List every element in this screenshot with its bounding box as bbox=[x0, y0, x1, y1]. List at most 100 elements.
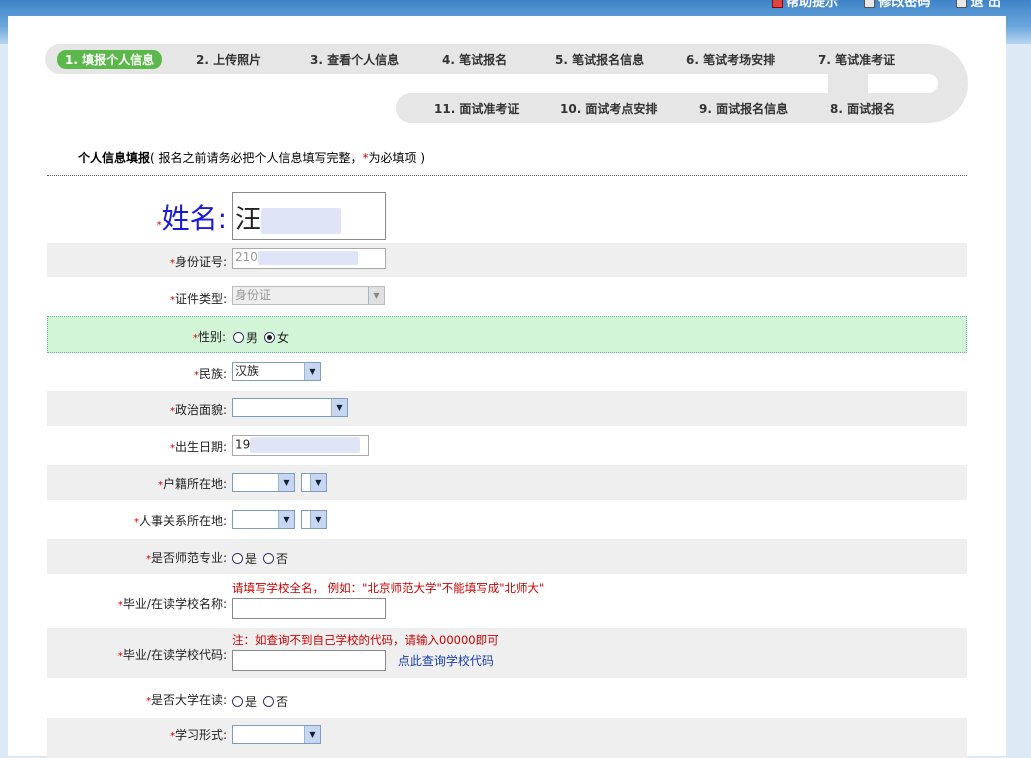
chevron-down-icon: ▼ bbox=[278, 474, 294, 491]
normal-major-yes-radio[interactable] bbox=[232, 553, 243, 564]
school-code-control: 注：如查询不到自己学校的代码，请输入00000即可 点此查询学校代码 bbox=[232, 632, 499, 671]
id-type-label: *证件类型: bbox=[170, 290, 227, 307]
study-form-control: ▼ bbox=[232, 725, 321, 744]
in-university-label: *是否大学在读: bbox=[146, 691, 227, 708]
logout-text[interactable]: 退 出 bbox=[970, 0, 1001, 10]
section-title-main: 个人信息填报 bbox=[78, 151, 151, 165]
political-select[interactable]: ▼ bbox=[232, 398, 348, 417]
row-school-name: *毕业/在读学校名称: 请填写学校全名， 例如："北京师范大学"不能填写成"北师… bbox=[47, 575, 967, 628]
in-university-no-radio[interactable] bbox=[263, 696, 275, 707]
step-9[interactable]: 9. 面试报名信息 bbox=[699, 100, 788, 117]
step-2[interactable]: 2. 上传照片 bbox=[196, 51, 261, 68]
lookup-school-code-link[interactable]: 点此查询学校代码 bbox=[398, 654, 494, 668]
school-name-control: 请填写学校全名， 例如："北京师范大学"不能填写成"北师大" bbox=[232, 580, 544, 619]
gender-label-text: 性别: bbox=[197, 330, 226, 344]
gender-male-label: 男 bbox=[246, 331, 259, 345]
normal-major-no-radio[interactable] bbox=[263, 553, 275, 564]
row-study-form: *学习形式: ▼ bbox=[47, 718, 967, 758]
chevron-down-icon: ▼ bbox=[309, 511, 326, 528]
birth-date-value: 19 bbox=[235, 437, 251, 452]
school-code-hint: 注：如查询不到自己学校的代码，请输入00000即可 bbox=[232, 633, 499, 647]
change-password-link[interactable]: 修改密码 bbox=[864, 0, 930, 10]
school-name-hint: 请填写学校全名， 例如："北京师范大学"不能填写成"北师大" bbox=[232, 581, 545, 595]
political-label-text: 政治面貌: bbox=[174, 403, 227, 417]
row-political: *政治面貌: ▼ bbox=[47, 391, 967, 426]
step-11[interactable]: 11. 面试准考证 bbox=[434, 100, 519, 117]
study-form-label: *学习形式: bbox=[170, 726, 227, 743]
id-number-label-text: 身份证号: bbox=[174, 255, 227, 269]
ethnicity-label: *民族: bbox=[194, 365, 227, 382]
hukou-control: ▼ ▼ bbox=[232, 473, 327, 492]
gender-label: *性别: bbox=[193, 328, 226, 345]
step-7[interactable]: 7. 笔试准考证 bbox=[818, 51, 895, 68]
row-name: *姓名: 汪 bbox=[47, 192, 967, 242]
name-input[interactable]: 汪 bbox=[232, 192, 386, 240]
in-university-yes-radio[interactable] bbox=[232, 696, 243, 707]
school-code-input[interactable] bbox=[232, 650, 386, 671]
logout-link[interactable]: 退 出 bbox=[956, 0, 1001, 10]
id-number-value: 210 bbox=[235, 250, 258, 264]
birth-date-control: 19 bbox=[232, 435, 369, 456]
personnel-city-select[interactable]: ▼ bbox=[300, 510, 327, 529]
help-link[interactable]: 帮助提示 bbox=[772, 0, 838, 10]
chevron-down-icon: ▼ bbox=[309, 474, 326, 491]
section-divider bbox=[47, 175, 967, 176]
name-label-text: 姓名: bbox=[161, 202, 227, 235]
id-number-input[interactable]: 210 bbox=[232, 248, 386, 269]
personnel-province-select[interactable]: ▼ bbox=[232, 510, 295, 529]
name-label: *姓名: bbox=[157, 197, 227, 237]
birth-date-input[interactable]: 19 bbox=[232, 435, 369, 456]
chevron-down-icon: ▼ bbox=[368, 287, 384, 304]
normal-major-control: 是否 bbox=[232, 550, 294, 567]
study-form-label-text: 学习形式: bbox=[174, 728, 227, 742]
chevron-down-icon: ▼ bbox=[304, 726, 320, 743]
in-university-label-text: 是否大学在读: bbox=[150, 693, 227, 707]
school-code-label: *毕业/在读学校代码: bbox=[118, 646, 227, 663]
name-value: 汪 bbox=[235, 205, 262, 235]
id-type-control: 身份证 ▼ bbox=[232, 286, 385, 305]
steps-track-gap bbox=[868, 74, 938, 93]
step-3[interactable]: 3. 查看个人信息 bbox=[310, 51, 399, 68]
political-label: *政治面貌: bbox=[170, 401, 227, 418]
row-in-university: *是否大学在读: 是否 bbox=[47, 679, 967, 717]
school-name-input[interactable] bbox=[232, 598, 386, 619]
chevron-down-icon: ▼ bbox=[278, 511, 294, 528]
row-personnel: *人事关系所在地: ▼ ▼ bbox=[47, 501, 967, 538]
study-form-select[interactable]: ▼ bbox=[232, 725, 321, 744]
section-note-prefix: ( 报名之前请务必把个人信息填写完整， bbox=[150, 151, 363, 165]
step-1[interactable]: 1. 填报个人信息 bbox=[57, 50, 163, 69]
school-code-label-text: 毕业/在读学校代码: bbox=[122, 648, 227, 662]
id-type-label-text: 证件类型: bbox=[174, 292, 227, 306]
normal-major-yes-label: 是 bbox=[245, 552, 258, 566]
hukou-city-select[interactable]: ▼ bbox=[300, 473, 327, 492]
step-4[interactable]: 4. 笔试报名 bbox=[442, 51, 507, 68]
normal-major-label: *是否师范专业: bbox=[146, 549, 227, 566]
step-8[interactable]: 8. 面试报名 bbox=[830, 100, 895, 117]
ethnicity-select[interactable]: 汉族 ▼ bbox=[232, 362, 321, 381]
id-type-value: 身份证 bbox=[235, 288, 272, 302]
normal-major-no-label: 否 bbox=[276, 552, 289, 566]
ethnicity-label-text: 民族: bbox=[198, 367, 227, 381]
gender-control: 男女 bbox=[233, 329, 295, 346]
hukou-province-select[interactable]: ▼ bbox=[232, 473, 295, 492]
row-birth-date: *出生日期: 19 bbox=[47, 427, 967, 464]
ethnicity-value: 汉族 bbox=[235, 364, 260, 378]
change-password-text[interactable]: 修改密码 bbox=[878, 0, 930, 10]
step-6[interactable]: 6. 笔试考场安排 bbox=[686, 51, 775, 68]
step-5[interactable]: 5. 笔试报名信息 bbox=[555, 51, 644, 68]
birth-date-label: *出生日期: bbox=[170, 438, 227, 455]
gender-male-radio[interactable] bbox=[233, 332, 244, 343]
section-title: 个人信息填报( 报名之前请务必把个人信息填写完整，*为必填项 ) bbox=[78, 149, 425, 166]
row-ethnicity: *民族: 汉族 ▼ bbox=[47, 354, 967, 390]
id-number-label: *身份证号: bbox=[170, 253, 227, 270]
id-type-select[interactable]: 身份证 ▼ bbox=[232, 286, 385, 305]
hukou-label: *户籍所在地: bbox=[158, 475, 227, 492]
help-link-text[interactable]: 帮助提示 bbox=[786, 0, 838, 10]
gender-female-radio[interactable] bbox=[264, 332, 276, 343]
ethnicity-control: 汉族 ▼ bbox=[232, 362, 321, 381]
help-icon bbox=[772, 0, 784, 8]
personnel-label: *人事关系所在地: bbox=[134, 512, 227, 529]
id-number-control: 210 bbox=[232, 248, 386, 269]
step-10[interactable]: 10. 面试考点安排 bbox=[560, 100, 657, 117]
in-university-control: 是否 bbox=[232, 693, 294, 710]
